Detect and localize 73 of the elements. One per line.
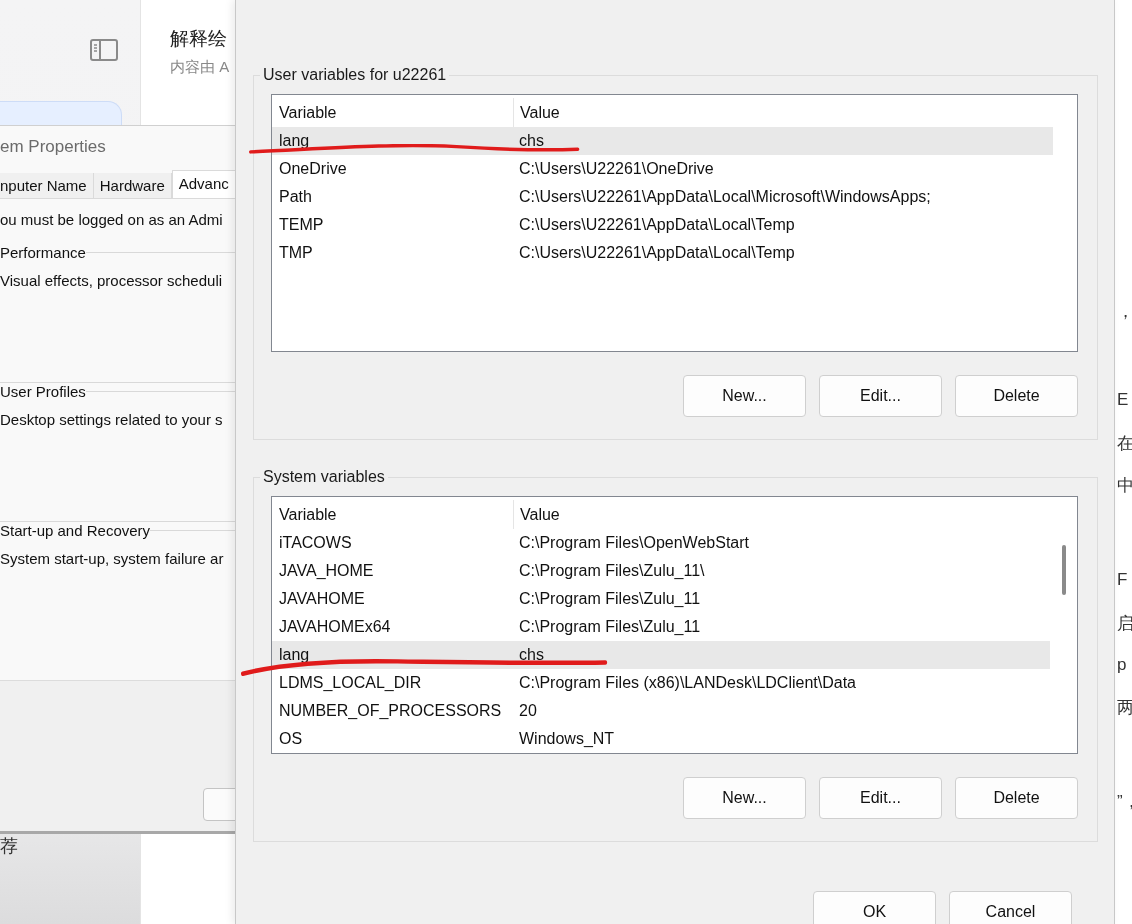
variable-name: Path	[278, 188, 313, 206]
page-text: ，	[1117, 301, 1132, 323]
tab[interactable]: Advanc	[171, 170, 236, 198]
variable-value: C:\Program Files\Zulu_11	[518, 618, 702, 636]
variable-name: OS	[278, 730, 304, 748]
list-row[interactable]: lang chs	[272, 641, 1053, 669]
dialog-button[interactable]: OK	[813, 891, 936, 924]
list-row[interactable]: iTACOWS C:\Program Files\OpenWebStart	[272, 529, 1053, 557]
list-button[interactable]: New...	[683, 375, 806, 417]
notice-text: ou must be logged on as an Admi	[0, 211, 223, 228]
group-description: Desktop settings related to your s	[0, 411, 223, 428]
list-button[interactable]: Delete	[955, 375, 1078, 417]
column-header[interactable]: Variable	[272, 97, 513, 127]
list-row[interactable]: OneDrive C:\Users\U22261\OneDrive	[272, 155, 1053, 183]
list-button[interactable]: Edit...	[819, 375, 942, 417]
window-title: em Properties	[0, 137, 106, 157]
variable-name: TEMP	[278, 216, 325, 234]
list-row[interactable]: lang chs	[272, 127, 1053, 155]
variable-value: C:\Program Files\OpenWebStart	[518, 534, 750, 552]
column-header[interactable]: Variable	[272, 499, 513, 529]
group-label: System variables	[260, 468, 388, 486]
sidebar-toggle-icon[interactable]	[90, 39, 118, 61]
variable-name: lang	[278, 646, 311, 664]
variable-name: iTACOWS	[278, 534, 353, 552]
page-text: ”，	[1117, 791, 1132, 813]
variable-value: Windows_NT	[518, 730, 616, 748]
group-label: User Profiles	[0, 383, 86, 400]
column-header[interactable]: Value	[513, 97, 1053, 127]
page-text: p	[1117, 655, 1127, 675]
dialog-button[interactable]: Cancel	[949, 891, 1072, 924]
sidebar-text: 荐	[0, 835, 18, 858]
variable-value: C:\Users\U22261\AppData\Local\Temp	[518, 216, 796, 234]
variable-value: 20	[518, 702, 538, 720]
list-row[interactable]: JAVAHOME C:\Program Files\Zulu_11	[272, 585, 1053, 613]
variable-value: C:\Program Files\Zulu_11	[518, 590, 702, 608]
page-text: F	[1117, 570, 1128, 590]
list-row[interactable]: TEMP C:\Users\U22261\AppData\Local\Temp	[272, 211, 1053, 239]
variable-name: JAVA_HOME	[278, 562, 375, 580]
group-label: Performance	[0, 244, 86, 261]
page-text: E	[1117, 390, 1129, 410]
variable-name: NUMBER_OF_PROCESSORS	[278, 702, 503, 720]
variable-value: C:\Users\U22261\AppData\Local\Temp	[518, 244, 796, 262]
variable-name: LDMS_LOCAL_DIR	[278, 674, 423, 692]
variable-value: chs	[518, 132, 545, 150]
list-button[interactable]: Delete	[955, 777, 1078, 819]
variable-value: C:\Program Files (x86)\LANDesk\LDClient\Data	[518, 674, 857, 692]
group-description: Visual effects, processor scheduli	[0, 272, 223, 289]
variable-name: lang	[278, 132, 311, 150]
variable-name: OneDrive	[278, 160, 348, 178]
list-row[interactable]: JAVAHOMEx64 C:\Program Files\Zulu_11	[272, 613, 1053, 641]
list-row[interactable]: OS Windows_NT	[272, 725, 1053, 753]
list-row[interactable]: JAVA_HOME C:\Program Files\Zulu_11\	[272, 557, 1053, 585]
variable-name: TMP	[278, 244, 314, 262]
variable-value: C:\Users\U22261\OneDrive	[518, 160, 715, 178]
chat-title: 解释绘	[170, 27, 228, 51]
variable-value: C:\Program Files\Zulu_11\	[518, 562, 706, 580]
list-row[interactable]: NUMBER_OF_PROCESSORS 20	[272, 697, 1053, 725]
list-row[interactable]: TMP C:\Users\U22261\AppData\Local\Temp	[272, 239, 1053, 267]
tab[interactable]: nputer Name	[0, 173, 94, 198]
list-row[interactable]: Path C:\Users\U22261\AppData\Local\Microsoft\WindowsApps;	[272, 183, 1053, 211]
group-label: Start-up and Recovery	[0, 522, 151, 539]
chat-subtitle: 内容由 A	[170, 58, 230, 77]
variable-value: chs	[518, 646, 545, 664]
list-button[interactable]: Edit...	[819, 777, 942, 819]
list-button[interactable]: New...	[683, 777, 806, 819]
page-text: 中	[1117, 475, 1132, 497]
variable-name: JAVAHOMEx64	[278, 618, 392, 636]
tab[interactable]: Hardware	[93, 173, 172, 198]
group-description: System start-up, system failure ar	[0, 550, 224, 567]
page-text: 启	[1117, 613, 1132, 635]
variable-value: C:\Users\U22261\AppData\Local\Microsoft\WindowsApps;	[518, 188, 932, 206]
list-row[interactable]: LDMS_LOCAL_DIR C:\Program Files (x86)\LANDesk\LDClient\Data	[272, 669, 1053, 697]
variable-name: JAVAHOME	[278, 590, 366, 608]
